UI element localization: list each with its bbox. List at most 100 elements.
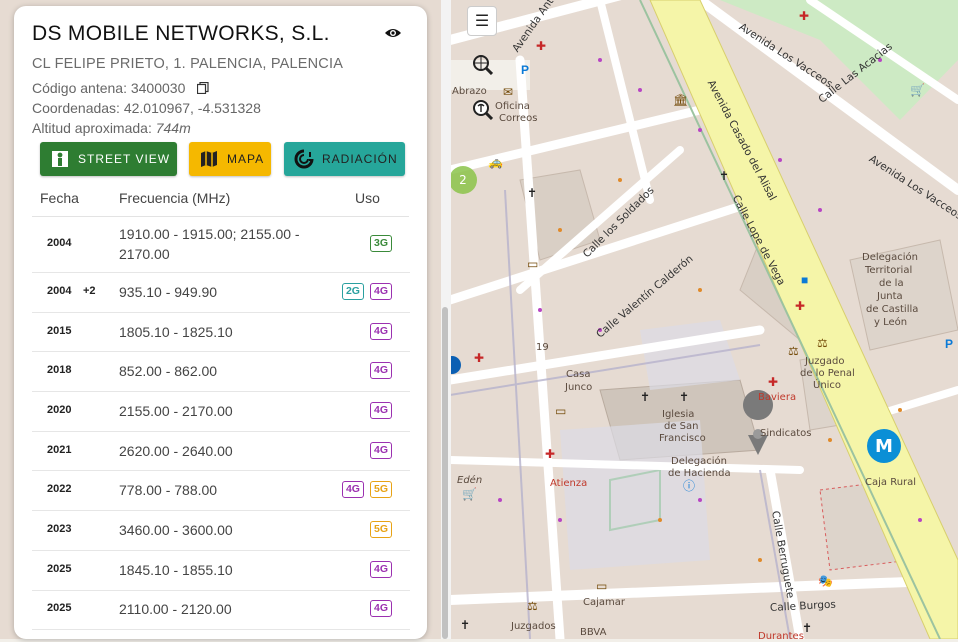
row-year: 2004 — [47, 237, 72, 249]
parking-icon: P — [521, 63, 530, 77]
geolocate-button[interactable] — [470, 52, 494, 76]
row-year: 2021 — [47, 443, 72, 456]
row-year: 2004 — [47, 284, 72, 297]
place-label: Juzgado — [805, 356, 845, 367]
place-label: Baviera — [758, 392, 797, 403]
table-row[interactable]: 2020 2155.00 - 2170.00 4G — [32, 391, 410, 432]
badge-4g: 4G — [369, 600, 392, 618]
theatre-icon: 🎭 — [818, 574, 833, 588]
panel-scrollbar-thumb[interactable] — [442, 307, 448, 639]
place-label: Casa — [566, 369, 591, 380]
place-label: 19 — [536, 342, 549, 353]
shop-icon: 🛒 — [462, 487, 477, 501]
table-row[interactable]: 2023 3460.00 - 3600.00 5G — [32, 510, 410, 551]
selected-antenna-marker[interactable] — [742, 418, 774, 458]
row-use-badges: 4G — [369, 560, 392, 578]
badge-4g: 4G — [369, 560, 392, 578]
place-label: Territorial — [865, 265, 913, 276]
row-use-badges: 4G — [369, 322, 392, 340]
post-icon: ✉ — [503, 85, 514, 99]
globe-search-icon — [473, 55, 493, 75]
court-icon: ⚖ — [788, 344, 799, 358]
place-label: Iglesia — [662, 409, 695, 420]
row-use-badges: 3G — [369, 235, 392, 252]
table-row[interactable]: 2025 2110.00 - 2120.00 4G — [32, 590, 410, 631]
place-label: Abrazo — [452, 86, 487, 97]
place-label: de lo Penal — [800, 368, 855, 379]
parking-icon: P — [945, 337, 954, 351]
table-row[interactable]: 2018 852.00 - 862.00 4G — [32, 351, 410, 393]
place-label: Durantes — [758, 631, 804, 642]
place-label: Correos — [499, 113, 538, 124]
hamburger-icon: ☰ — [474, 13, 490, 30]
table-row[interactable]: 2021 2620.00 - 2640.00 4G — [32, 431, 410, 472]
map-button[interactable]: MAPA — [189, 142, 271, 176]
radiation-label: RADIACIÓN — [322, 152, 398, 166]
court-icon: ⚖ — [527, 599, 538, 613]
badge-4g: 4G — [369, 441, 392, 459]
row-use-badges: 4G — [369, 600, 392, 618]
coordinates-line: Coordenadas: 42.010967, -4.531328 — [32, 100, 261, 116]
row-use-badges: 4G — [369, 441, 392, 459]
row-frequency: 778.00 - 788.00 — [119, 482, 218, 499]
row-frequency: 1845.10 - 1855.10 — [119, 561, 233, 578]
pharmacy-icon: ✚ — [795, 299, 806, 313]
church-icon: ✝ — [640, 390, 651, 404]
altitude-label: Altitud aproximada: — [32, 120, 152, 136]
church-icon: ✝ — [679, 390, 690, 404]
place-label: Delegación — [862, 252, 918, 263]
table-row[interactable]: 2004 +2 935.10 - 949.90 2G 4G — [32, 272, 410, 313]
antenna-search-button[interactable] — [470, 97, 494, 121]
place-label: Delegación — [671, 456, 727, 467]
pharmacy-icon: ✚ — [536, 39, 547, 53]
row-frequency: 2155.00 - 2170.00 — [119, 402, 233, 419]
cluster-marker[interactable]: 2 — [449, 166, 477, 194]
eye-icon[interactable] — [384, 26, 402, 40]
row-frequency: 2110.00 - 2120.00 — [119, 601, 232, 618]
place-label: de Hacienda — [668, 468, 731, 479]
pharmacy-icon: ✚ — [474, 351, 485, 365]
place-label: Atienza — [550, 478, 588, 489]
operator-marker[interactable] — [866, 428, 902, 464]
altitude-line: Altitud aproximada: 744m — [32, 120, 191, 136]
table-row[interactable]: 2025 1845.10 - 1855.10 4G — [32, 550, 410, 591]
row-frequency: 2620.00 - 2640.00 — [119, 442, 233, 459]
table-row[interactable]: 2022 778.00 - 788.00 4G 5G — [32, 471, 410, 512]
street-view-button[interactable]: STREET VIEW — [40, 142, 177, 176]
pharmacy-icon: ✚ — [545, 447, 556, 461]
badge-4g: 4G — [369, 401, 392, 419]
row-frequency: 852.00 - 862.00 — [119, 363, 218, 380]
row-extra-count[interactable]: +2 — [83, 285, 96, 297]
place-label: de Castilla — [866, 304, 919, 315]
column-date: Fecha — [40, 190, 79, 206]
church-icon: ✝ — [719, 169, 730, 183]
pharmacy-icon: ✚ — [799, 9, 810, 23]
place-label: de la — [879, 278, 904, 289]
table-row[interactable]: 2004 1910.00 - 1915.00; 2155.00 - 2170.00… — [32, 216, 410, 273]
place-label: Francisco — [659, 433, 706, 444]
row-use-badges: 4G 5G — [341, 481, 392, 499]
copy-icon[interactable] — [197, 82, 209, 94]
place-label: Oficina — [495, 101, 530, 112]
place-label: Junta — [877, 291, 903, 302]
antenna-info-panel: DS MOBILE NETWORKS, S.L. CL FELIPE PRIET… — [14, 6, 427, 639]
court-icon: ⚖ — [817, 336, 828, 350]
antenna-code-line: Código antena: 3400030 — [32, 80, 209, 96]
column-use: Uso — [355, 190, 380, 206]
radiation-icon — [294, 149, 314, 169]
coordinates-label: Coordenadas: — [32, 100, 120, 116]
coordinates-value: 42.010967, -4.531328 — [123, 100, 261, 116]
table-row[interactable]: 2015 1805.10 - 1825.10 4G — [32, 312, 410, 353]
place-label: Edén — [457, 475, 483, 486]
bank-icon: ▭ — [527, 257, 539, 271]
badge-4g: 4G — [369, 322, 392, 340]
map-menu-button[interactable]: ☰ — [467, 6, 497, 36]
badge-5g: 5G — [369, 521, 392, 539]
badge-5g: 5G — [369, 481, 392, 499]
museum-icon: 🏛 — [673, 93, 689, 107]
taxi-icon: 🚕 — [488, 155, 503, 169]
antenna-address: CL FELIPE PRIETO, 1. PALENCIA, PALENCIA — [32, 56, 344, 72]
radiation-button[interactable]: RADIACIÓN — [284, 142, 405, 176]
row-use-badges: 5G — [369, 521, 392, 539]
row-year: 2018 — [47, 364, 72, 377]
